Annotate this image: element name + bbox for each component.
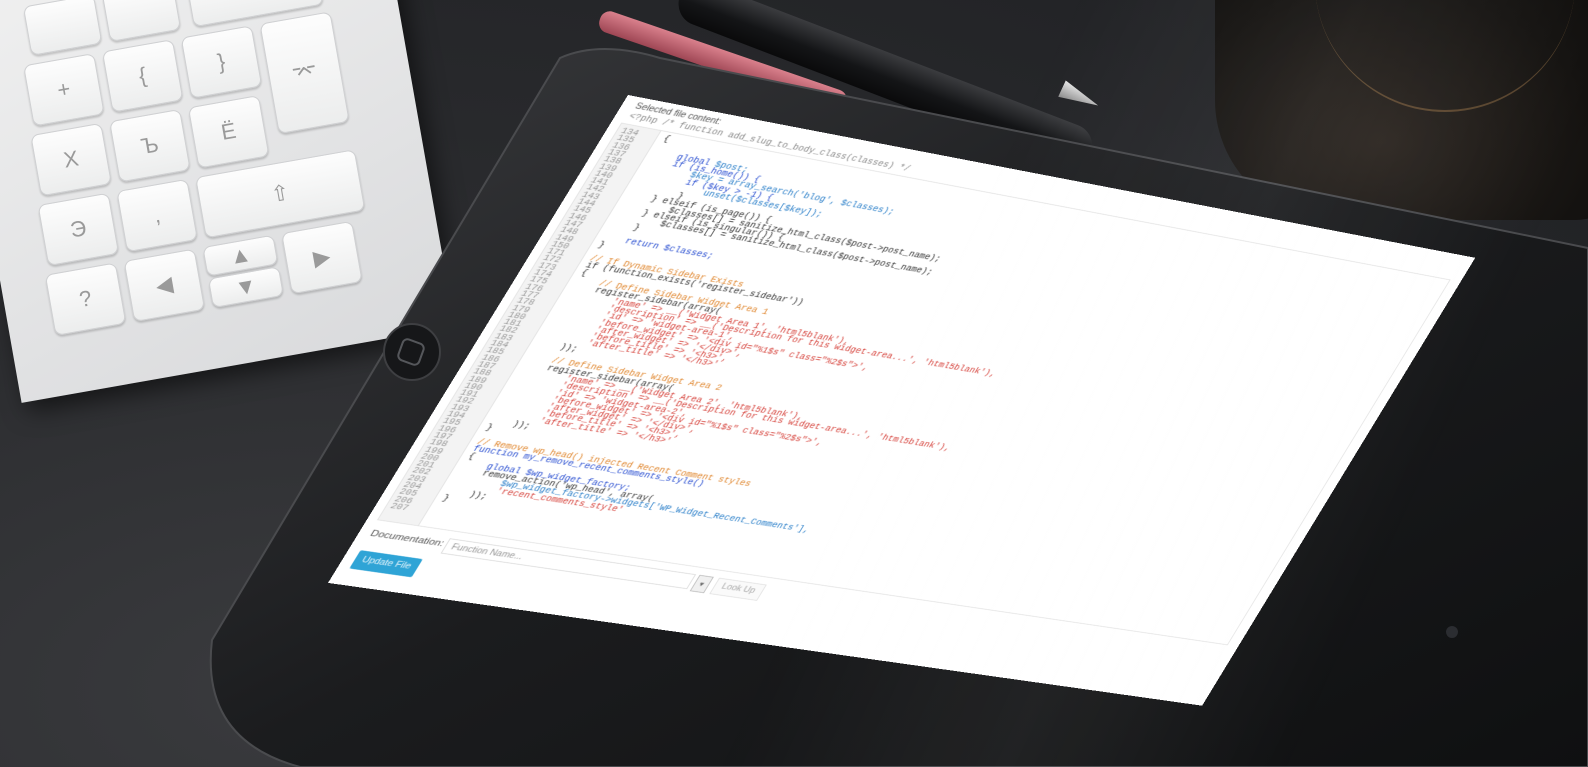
look-up-button[interactable]: Look Up [709,578,767,601]
front-camera-icon [1446,626,1458,638]
photo-scene: ← + { } ⌤ X Ъ Ё Э , ⇧ ? ◀ ▲ ▼ ▶ [0,0,1588,767]
home-button[interactable] [384,324,440,380]
documentation-label: Documentation: [368,529,446,549]
update-file-button[interactable]: Update File [349,550,423,577]
